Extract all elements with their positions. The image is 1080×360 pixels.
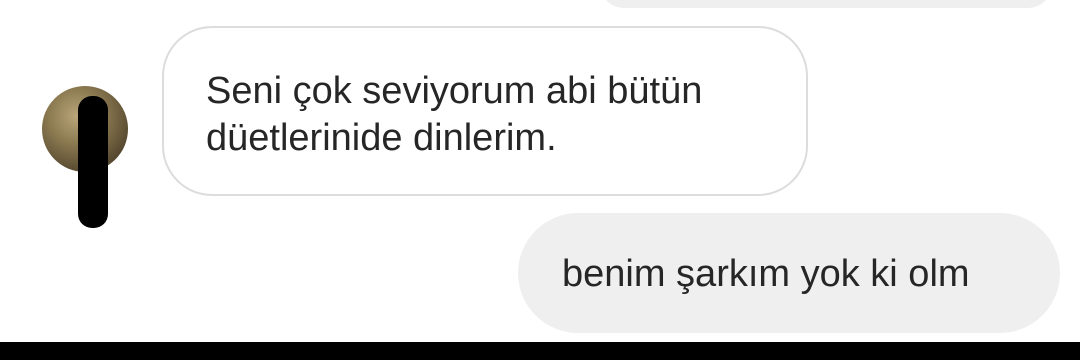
incoming-message-row: Seni çok seviyorum abi bütün düetlerinid… bbox=[0, 26, 1080, 196]
incoming-message-line-1: Seni çok seviyorum abi bütün bbox=[206, 70, 703, 112]
outgoing-message-text: benim şarkım yok ki olm bbox=[562, 253, 970, 295]
incoming-message-line-2: düetlerinide dinlerim. bbox=[206, 117, 557, 159]
redaction-mark bbox=[78, 96, 108, 228]
outgoing-message-bubble[interactable]: benim şarkım yok ki olm bbox=[518, 213, 1060, 333]
incoming-message-text: Seni çok seviyorum abi bütün düetlerinid… bbox=[206, 68, 766, 162]
bottom-bar bbox=[0, 342, 1080, 360]
incoming-message-bubble[interactable]: Seni çok seviyorum abi bütün düetlerinid… bbox=[162, 26, 808, 196]
previous-outgoing-bubble bbox=[600, 0, 1052, 8]
chat-screen: Seni çok seviyorum abi bütün düetlerinid… bbox=[0, 0, 1080, 360]
